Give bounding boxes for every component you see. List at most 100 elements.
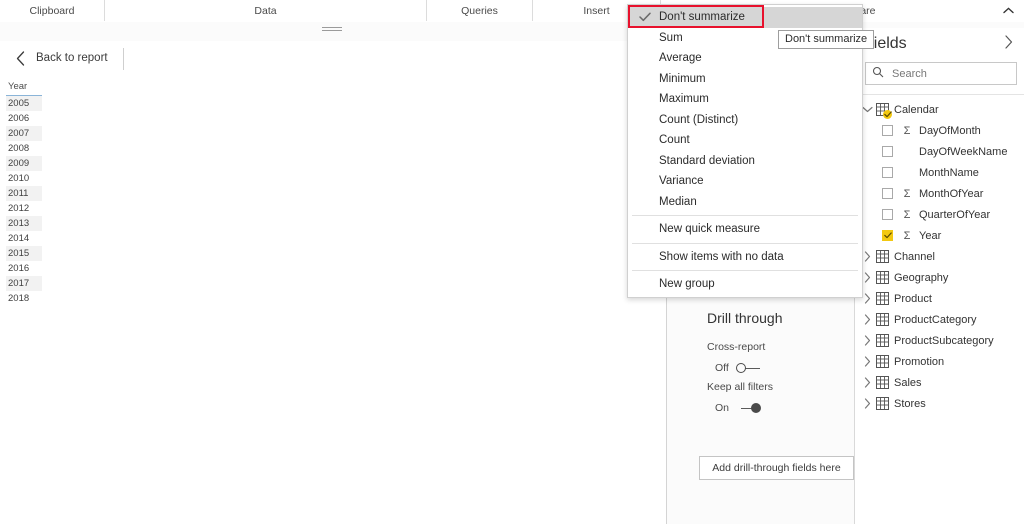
fields-table-row-channel[interactable]: Channel (856, 246, 1024, 267)
chevron-right-icon[interactable] (861, 397, 874, 410)
chevron-right-icon[interactable] (861, 334, 874, 347)
report-canvas[interactable]: Year 20052006200720082009201020112012201… (0, 76, 666, 524)
year-cell[interactable]: 2013 (6, 216, 42, 231)
table-icon (875, 249, 890, 264)
field-checkbox[interactable] (882, 230, 893, 241)
fields-table-row-stores[interactable]: Stores (856, 393, 1024, 414)
year-cell[interactable]: 2012 (6, 201, 42, 216)
chevron-right-icon[interactable] (861, 313, 874, 326)
field-row-dayofmonth[interactable]: ΣDayOfMonth (856, 120, 1024, 141)
year-cell[interactable]: 2014 (6, 231, 42, 246)
field-row-monthofyear[interactable]: Σ MonthOfYear (856, 183, 1024, 204)
fields-table-row-product[interactable]: Product (856, 288, 1024, 309)
fields-table-label: ProductCategory (894, 314, 977, 326)
ribbon-drag-handle[interactable] (322, 27, 342, 34)
menu-item-label: Maximum (659, 93, 709, 105)
search-icon (872, 65, 884, 83)
fields-search-box[interactable] (865, 62, 1017, 85)
menu-item[interactable]: Show items with no data (628, 247, 862, 268)
year-cell[interactable]: 2007 (6, 126, 42, 141)
fields-table-row-productsubcategory[interactable]: ProductSubcategory (856, 330, 1024, 351)
menu-item[interactable]: Count (Distinct) (628, 110, 862, 131)
menu-item[interactable]: New quick measure (628, 219, 862, 240)
menu-separator (632, 270, 858, 271)
menu-item-label: Standard deviation (659, 155, 755, 167)
fields-table-label: Sales (894, 377, 922, 389)
chevron-right-icon[interactable] (861, 376, 874, 389)
ribbon-group-clipboard[interactable]: Clipboard (0, 0, 105, 21)
field-row-year[interactable]: ΣYear (856, 225, 1024, 246)
power-bi-window: ShareInsertQueriesDataClipboard Back to … (0, 0, 1024, 524)
year-cell[interactable]: 2006 (6, 111, 42, 126)
cross-report-toggle-row[interactable]: Off (667, 353, 855, 374)
field-label: MonthOfYear (919, 188, 983, 200)
keep-all-filters-toggle[interactable] (736, 403, 762, 414)
menu-item[interactable]: Average (628, 48, 862, 69)
table-icon (875, 354, 890, 369)
keep-all-filters-toggle-row[interactable]: On (667, 393, 855, 414)
year-cell[interactable]: 2017 (6, 276, 42, 291)
fields-table-label: Product (894, 293, 932, 305)
sigma-aggregate-icon: Σ (900, 188, 914, 200)
fields-tree: CalendarΣDayOfMonthDayOfWeekNameMonthNam… (856, 95, 1024, 414)
field-row-quarterofyear[interactable]: ΣQuarterOfYear (856, 204, 1024, 225)
year-cell[interactable]: 2009 (6, 156, 42, 171)
menu-item[interactable]: Don't summarize (628, 7, 862, 28)
drill-through-section: Drill through Cross-report Off Keep all … (667, 304, 855, 414)
back-to-report-label: Back to report (36, 52, 108, 64)
fields-table-row-promotion[interactable]: Promotion (856, 351, 1024, 372)
menu-item-label: Median (659, 196, 697, 208)
fields-table-row-calendar[interactable]: Calendar (856, 99, 1024, 120)
sigma-aggregate-icon: Σ (900, 230, 914, 242)
checkmark-icon (637, 10, 652, 25)
menu-item-label: Count (659, 134, 690, 146)
year-cell[interactable]: 2018 (6, 291, 42, 306)
field-row-monthname[interactable]: MonthName (856, 162, 1024, 183)
search-input[interactable] (890, 67, 1010, 81)
drill-through-dropzone[interactable]: Add drill-through fields here (699, 456, 854, 480)
menu-item-label: New quick measure (659, 223, 760, 235)
fields-table-row-productcategory[interactable]: ProductCategory (856, 309, 1024, 330)
field-row-dayofweekname[interactable]: DayOfWeekName (856, 141, 1024, 162)
back-to-report-button[interactable]: Back to report (8, 44, 114, 72)
menu-item[interactable]: New group (628, 274, 862, 295)
year-table-visual[interactable]: Year 20052006200720082009201020112012201… (6, 80, 42, 306)
chevron-right-icon[interactable] (1000, 34, 1016, 50)
year-cell[interactable]: 2011 (6, 186, 42, 201)
table-icon (875, 333, 890, 348)
keep-all-filters-state: On (715, 402, 729, 414)
menu-item[interactable]: Minimum (628, 69, 862, 90)
ribbon-group-data[interactable]: Data (105, 0, 427, 21)
keep-all-filters-label: Keep all filters (667, 374, 855, 393)
fields-table-row-sales[interactable]: Sales (856, 372, 1024, 393)
menu-item[interactable]: Median (628, 192, 862, 213)
year-cell[interactable]: 2005 (6, 96, 42, 111)
year-cell[interactable]: 2016 (6, 261, 42, 276)
year-rows: 2005200620072008200920102011201220132014… (6, 96, 42, 306)
field-checkbox[interactable] (882, 188, 893, 199)
sigma-aggregate-icon: Σ (900, 209, 914, 221)
drill-through-title: Drill through (667, 304, 855, 334)
table-icon (875, 375, 890, 390)
menu-item[interactable]: Standard deviation (628, 151, 862, 172)
ribbon-group-queries[interactable]: Queries (427, 0, 533, 21)
year-cell[interactable]: 2008 (6, 141, 42, 156)
menu-item-label: Sum (659, 32, 683, 44)
menu-item-label: Count (Distinct) (659, 114, 738, 126)
field-checkbox[interactable] (882, 209, 893, 220)
field-checkbox[interactable] (882, 125, 893, 136)
menu-tooltip: Don't summarize (778, 30, 874, 49)
chevron-right-icon[interactable] (861, 355, 874, 368)
menu-item-label: New group (659, 278, 715, 290)
fields-table-row-geography[interactable]: Geography (856, 267, 1024, 288)
fields-table-label: Promotion (894, 356, 944, 368)
chevron-up-icon[interactable] (1000, 2, 1016, 18)
menu-item[interactable]: Count (628, 130, 862, 151)
cross-report-toggle[interactable] (736, 363, 762, 374)
field-checkbox[interactable] (882, 167, 893, 178)
menu-item[interactable]: Maximum (628, 89, 862, 110)
menu-item[interactable]: Variance (628, 171, 862, 192)
field-checkbox[interactable] (882, 146, 893, 157)
year-cell[interactable]: 2010 (6, 171, 42, 186)
year-cell[interactable]: 2015 (6, 246, 42, 261)
